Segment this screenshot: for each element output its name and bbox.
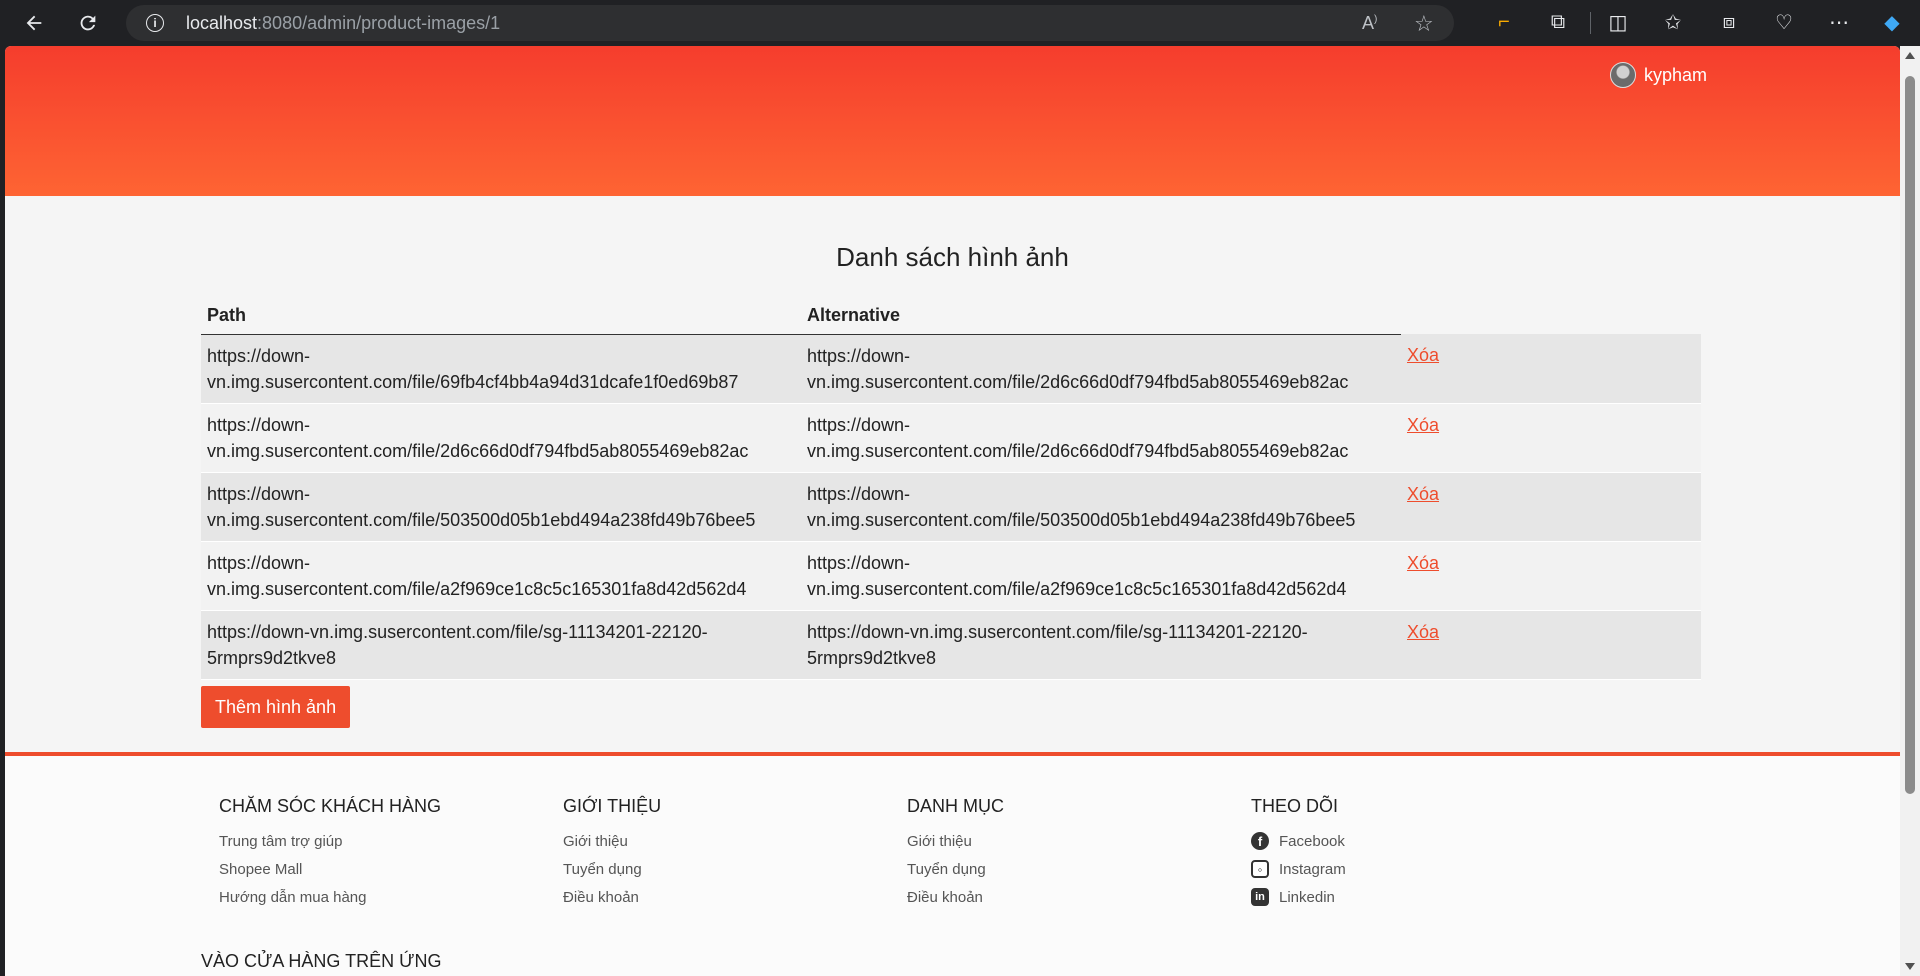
image-table: Path Alternative https://down-vn.img.sus… xyxy=(201,286,1701,680)
path-cell: https://down-vn.img.susercontent.com/fil… xyxy=(201,403,801,473)
star-icon[interactable]: ☆ xyxy=(1414,11,1434,37)
footer-link[interactable]: Tuyển dụng xyxy=(563,855,661,883)
alternative-cell: https://down-vn.img.susercontent.com/fil… xyxy=(801,610,1401,680)
user-menu[interactable]: kypham xyxy=(1610,62,1707,88)
read-aloud-icon[interactable]: A) xyxy=(1362,13,1377,34)
instagram-icon: ◦ xyxy=(1251,860,1269,878)
instagram-label: Instagram xyxy=(1279,860,1346,878)
column-header-path: Path xyxy=(201,286,801,335)
delete-link[interactable]: Xóa xyxy=(1407,345,1439,365)
footer-heading: GIỚI THIỆU xyxy=(563,796,662,816)
footer-column-follow: THEO DÕI f Facebook ◦ Instagram in Linke… xyxy=(1251,796,1346,911)
page-title: Danh sách hình ảnh xyxy=(836,242,1069,272)
scroll-thumb[interactable] xyxy=(1905,76,1915,794)
delete-link[interactable]: Xóa xyxy=(1407,553,1439,573)
footer-column-about: GIỚI THIỆU Giới thiệu Tuyển dụng Điều kh… xyxy=(563,796,661,911)
footer-link[interactable]: Điều khoản xyxy=(907,883,1004,911)
footer-link[interactable]: Shopee Mall xyxy=(219,855,441,883)
split-screen-icon[interactable]: ◫ xyxy=(1602,6,1634,38)
facebook-link[interactable]: f Facebook xyxy=(1251,827,1346,855)
footer-heading: THEO DÕI xyxy=(1251,796,1339,816)
avatar[interactable] xyxy=(1610,62,1636,88)
path-cell: https://down-vn.img.susercontent.com/fil… xyxy=(201,334,801,404)
footer-link[interactable]: Giới thiệu xyxy=(907,827,1004,855)
table-row: https://down-vn.img.susercontent.com/fil… xyxy=(201,541,1701,611)
site-footer: CHĂM SÓC KHÁCH HÀNG Trung tâm trợ giúp S… xyxy=(5,752,1900,976)
path-cell: https://down-vn.img.susercontent.com/fil… xyxy=(201,472,801,542)
footer-link[interactable]: Trung tâm trợ giúp xyxy=(219,827,441,855)
extensions-puzzle-icon[interactable]: ⧉ xyxy=(1542,6,1574,38)
footer-column-categories: DANH MỤC Giới thiệu Tuyển dụng Điều khoả… xyxy=(907,796,1004,911)
browser-essentials-icon[interactable]: ♡ xyxy=(1768,6,1800,38)
url-text[interactable]: localhost:8080/admin/product-images/1 xyxy=(186,13,500,34)
back-arrow-icon[interactable] xyxy=(14,3,54,43)
footer-link[interactable]: Điều khoản xyxy=(563,883,661,911)
favorites-icon[interactable]: ✩ xyxy=(1657,6,1689,38)
column-header-action xyxy=(1401,286,1701,334)
toolbar-separator xyxy=(1590,12,1591,34)
path-cell: https://down-vn.img.susercontent.com/fil… xyxy=(201,541,801,611)
delete-link[interactable]: Xóa xyxy=(1407,415,1439,435)
alternative-cell: https://down-vn.img.susercontent.com/fil… xyxy=(801,541,1401,611)
scroll-up-arrow-icon[interactable] xyxy=(1905,52,1915,59)
column-header-alternative: Alternative xyxy=(801,286,1401,335)
scroll-down-arrow-icon[interactable] xyxy=(1905,963,1915,970)
alternative-cell: https://down-vn.img.susercontent.com/fil… xyxy=(801,403,1401,473)
linkedin-link[interactable]: in Linkedin xyxy=(1251,883,1346,911)
delete-link[interactable]: Xóa xyxy=(1407,484,1439,504)
footer-column-customer-care: CHĂM SÓC KHÁCH HÀNG Trung tâm trợ giúp S… xyxy=(219,796,441,911)
path-cell: https://down-vn.img.susercontent.com/fil… xyxy=(201,610,801,680)
facebook-label: Facebook xyxy=(1279,832,1345,850)
instagram-link[interactable]: ◦ Instagram xyxy=(1251,855,1346,883)
table-row: https://down-vn.img.susercontent.com/fil… xyxy=(201,403,1701,473)
username[interactable]: kypham xyxy=(1644,65,1707,86)
page-scrollbar[interactable] xyxy=(1900,46,1920,976)
facebook-icon: f xyxy=(1251,832,1269,850)
footer-heading: CHĂM SÓC KHÁCH HÀNG xyxy=(219,796,442,816)
table-row: https://down-vn.img.susercontent.com/fil… xyxy=(201,334,1701,404)
footer-heading: DANH MỤC xyxy=(907,796,1004,816)
collections-icon[interactable]: ⧈ xyxy=(1713,6,1745,38)
page-viewport: kypham Danh sách hình ảnh Path Alternati… xyxy=(5,46,1900,976)
footer-link[interactable]: Giới thiệu xyxy=(563,827,661,855)
linkedin-label: Linkedin xyxy=(1279,888,1335,906)
table-header-row: Path Alternative xyxy=(201,286,1701,335)
alternative-cell: https://down-vn.img.susercontent.com/fil… xyxy=(801,334,1401,404)
reload-icon[interactable] xyxy=(68,3,108,43)
copilot-icon[interactable]: ◆ xyxy=(1876,6,1908,38)
address-bar[interactable]: i localhost:8080/admin/product-images/1 … xyxy=(126,5,1454,41)
browser-toolbar: i localhost:8080/admin/product-images/1 … xyxy=(0,0,1920,46)
linkedin-icon: in xyxy=(1251,888,1269,906)
alternative-cell: https://down-vn.img.susercontent.com/fil… xyxy=(801,472,1401,542)
delete-link[interactable]: Xóa xyxy=(1407,622,1439,642)
footer-link[interactable]: Tuyển dụng xyxy=(907,855,1004,883)
app-store-heading: VÀO CỬA HÀNG TRÊN ỨNG DỤNG xyxy=(201,951,442,976)
site-header: kypham xyxy=(5,46,1900,196)
table-row: https://down-vn.img.susercontent.com/fil… xyxy=(201,610,1701,680)
bookmark-extension-icon[interactable]: ⌐ xyxy=(1488,6,1520,38)
table-row: https://down-vn.img.susercontent.com/fil… xyxy=(201,472,1701,542)
info-icon[interactable]: i xyxy=(146,14,164,32)
add-image-button[interactable]: Thêm hình ảnh xyxy=(201,686,351,728)
more-menu-icon[interactable]: ⋯ xyxy=(1823,6,1855,38)
footer-link[interactable]: Hướng dẫn mua hàng xyxy=(219,883,441,911)
